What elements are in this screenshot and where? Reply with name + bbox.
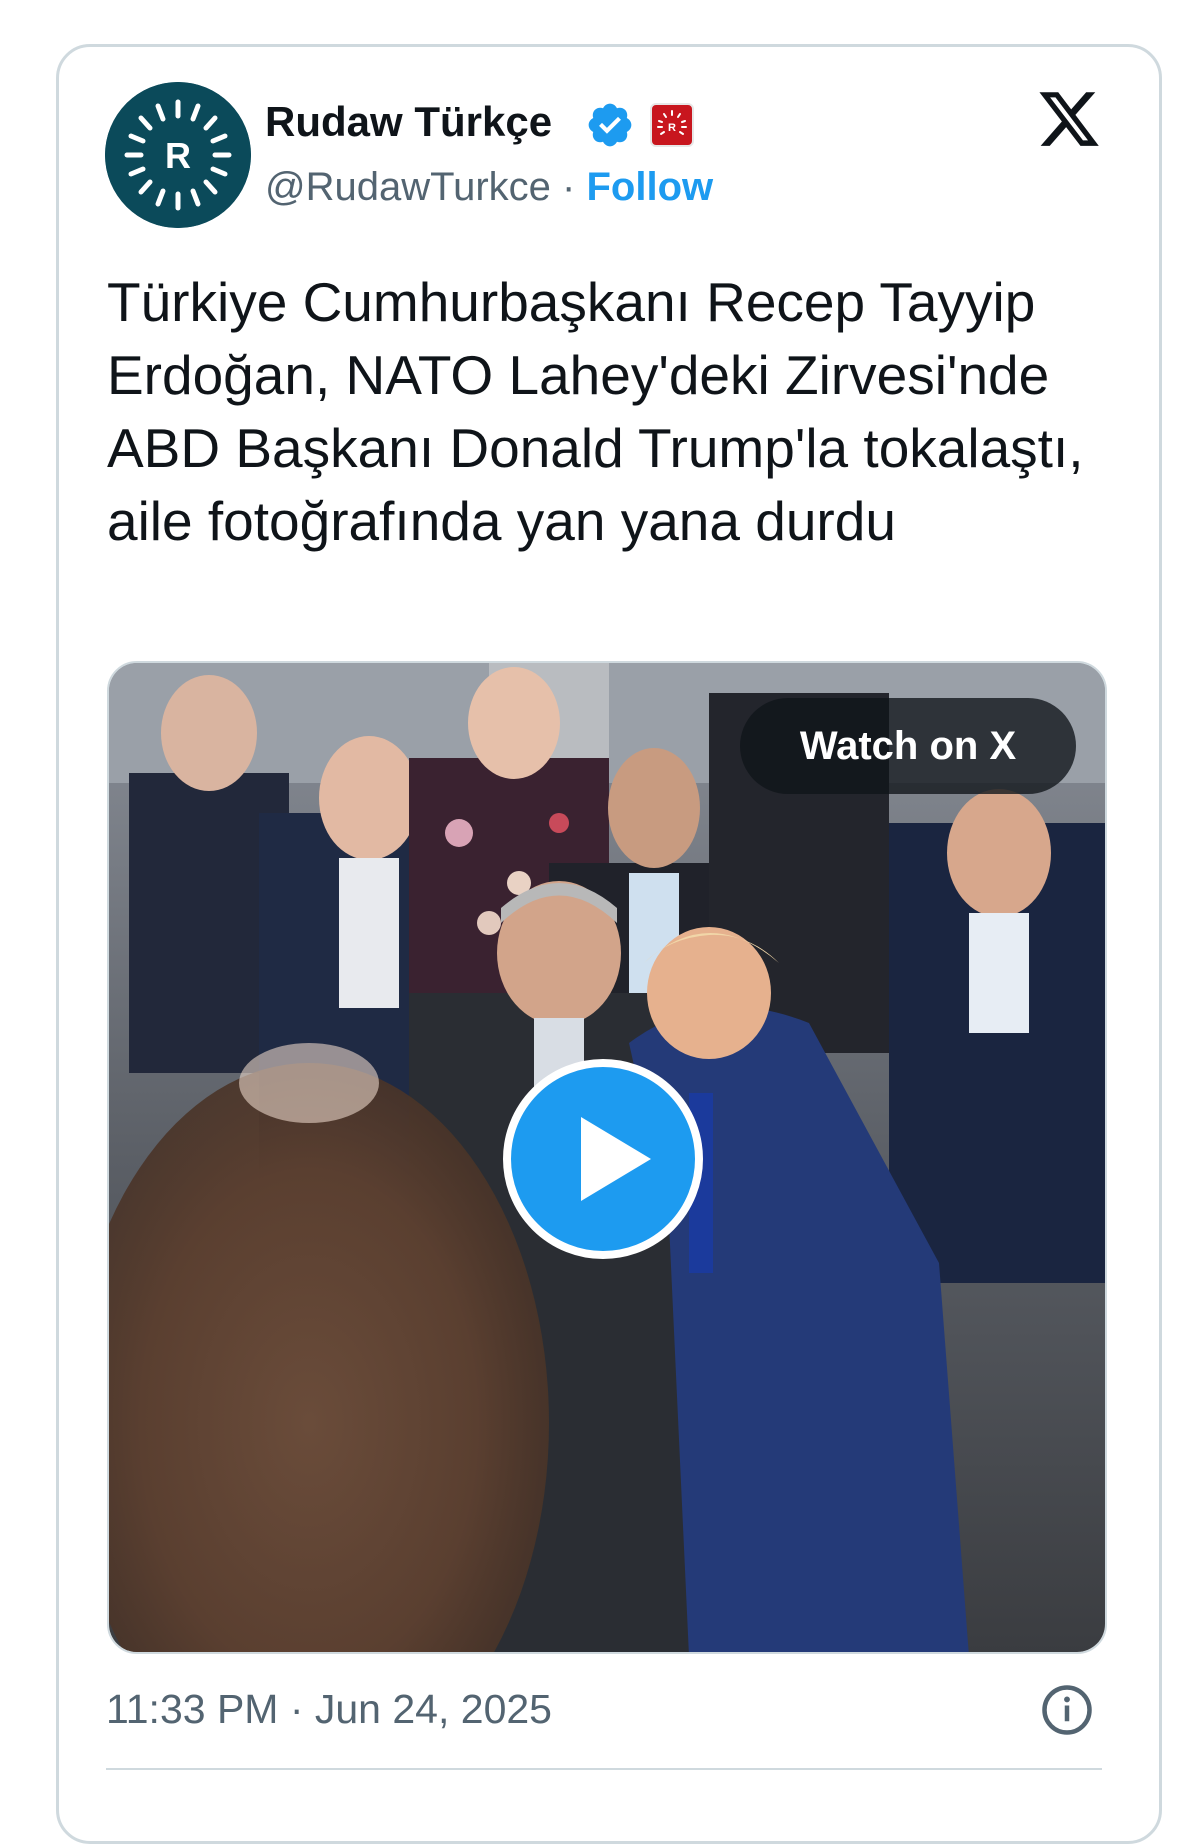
rudaw-logo-icon: R	[105, 82, 251, 228]
card-divider	[106, 1768, 1102, 1770]
x-logo-icon[interactable]	[1036, 86, 1102, 152]
author-handle[interactable]: @RudawTurkce	[265, 165, 551, 209]
info-icon[interactable]	[1040, 1683, 1094, 1737]
svg-text:R: R	[165, 135, 191, 176]
follow-button[interactable]: Follow	[586, 165, 713, 209]
verified-badge-icon	[588, 103, 632, 147]
rudaw-affiliate-badge[interactable]: R	[650, 103, 694, 147]
watch-on-x-button[interactable]: Watch on X	[740, 698, 1076, 794]
author-handle-row: @RudawTurkce · Follow	[265, 162, 713, 212]
affiliate-logo-icon: R	[657, 110, 687, 135]
tweet-timestamp[interactable]: 11:33 PM · Jun 24, 2025	[106, 1683, 552, 1735]
author-name[interactable]: Rudaw Türkçe	[265, 96, 552, 148]
author-avatar[interactable]: R	[105, 82, 251, 228]
handle-separator: ·	[562, 165, 576, 209]
tweet-text: Türkiye Cumhurbaşkanı Recep Tayyip Erdoğ…	[107, 271, 1084, 552]
svg-text:R: R	[668, 122, 676, 134]
play-icon[interactable]	[503, 1059, 703, 1259]
